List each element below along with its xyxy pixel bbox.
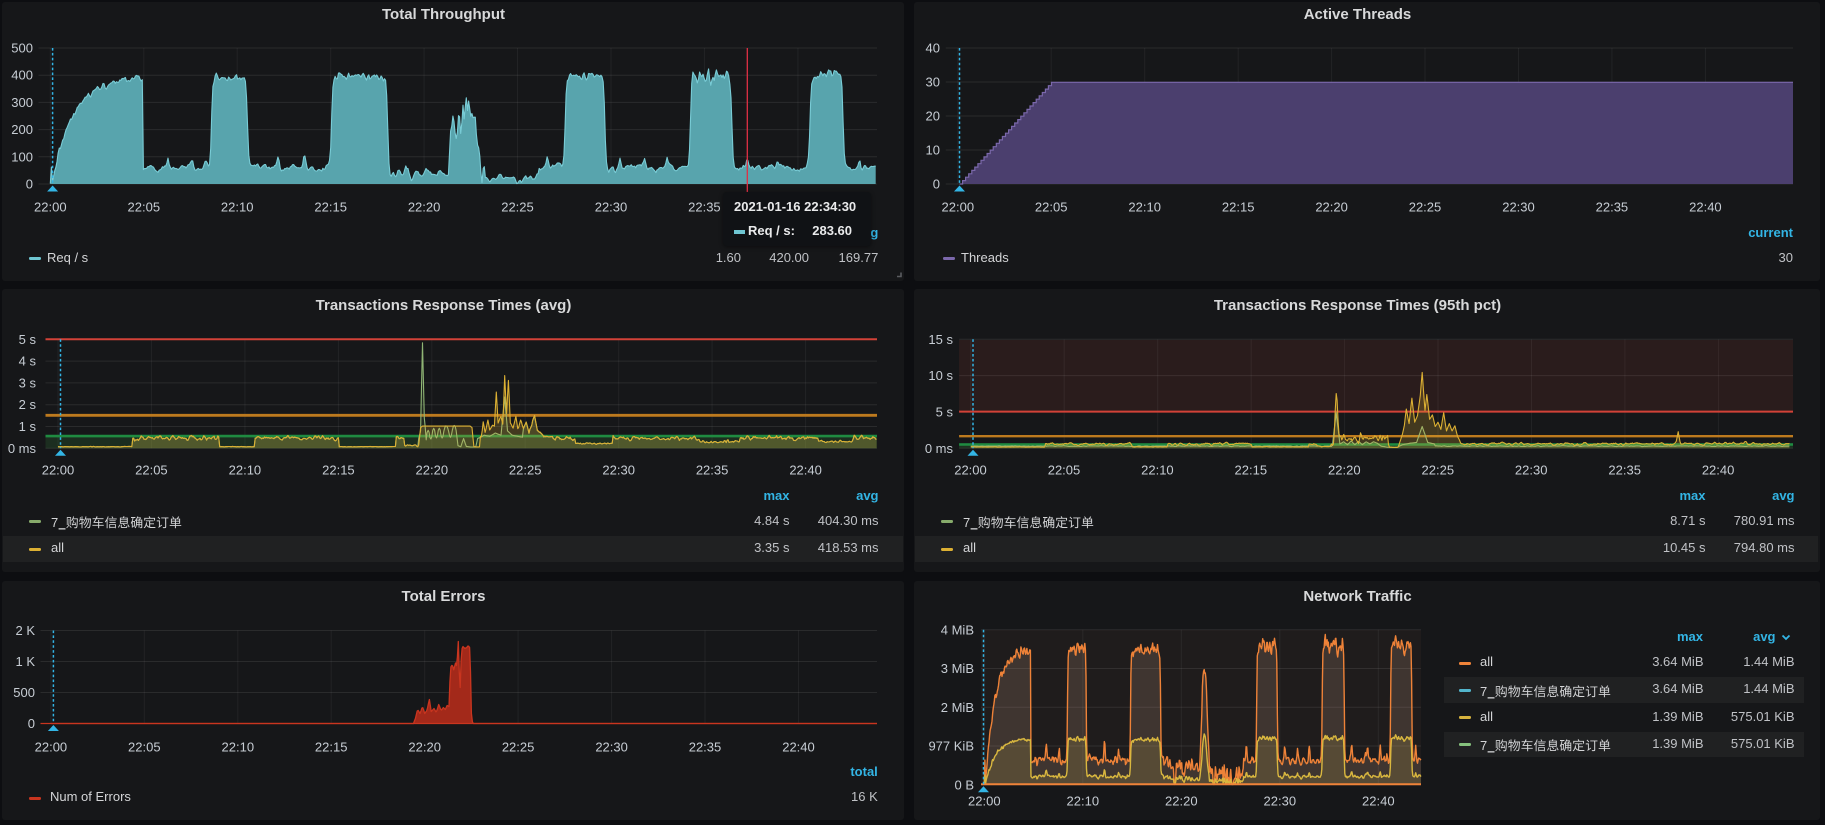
svg-text:40: 40 bbox=[926, 41, 940, 56]
svg-text:22:25: 22:25 bbox=[1422, 463, 1455, 478]
svg-text:2 K: 2 K bbox=[15, 623, 35, 638]
svg-text:22:20: 22:20 bbox=[416, 463, 449, 478]
svg-text:22:00: 22:00 bbox=[954, 463, 987, 478]
svg-text:22:30: 22:30 bbox=[1264, 794, 1297, 809]
svg-text:0: 0 bbox=[26, 177, 33, 192]
svg-text:22:05: 22:05 bbox=[128, 740, 161, 755]
svg-text:22:30: 22:30 bbox=[1515, 463, 1548, 478]
svg-text:30: 30 bbox=[926, 75, 940, 90]
svg-text:22:40: 22:40 bbox=[1702, 463, 1735, 478]
svg-text:400: 400 bbox=[11, 68, 33, 83]
svg-text:4 MiB: 4 MiB bbox=[941, 622, 974, 637]
svg-text:22:00: 22:00 bbox=[42, 463, 75, 478]
svg-text:22:00: 22:00 bbox=[34, 200, 67, 215]
svg-text:15 s: 15 s bbox=[928, 332, 953, 347]
svg-text:22:35: 22:35 bbox=[1596, 200, 1629, 215]
svg-text:5 s: 5 s bbox=[19, 332, 37, 347]
svg-text:22:05: 22:05 bbox=[1035, 200, 1068, 215]
svg-text:22:10: 22:10 bbox=[1067, 794, 1100, 809]
svg-text:22:25: 22:25 bbox=[502, 740, 535, 755]
svg-text:22:25: 22:25 bbox=[509, 463, 542, 478]
svg-text:22:40: 22:40 bbox=[782, 740, 815, 755]
svg-text:10 s: 10 s bbox=[928, 368, 953, 383]
svg-text:22:15: 22:15 bbox=[315, 740, 348, 755]
svg-text:22:10: 22:10 bbox=[1141, 463, 1174, 478]
svg-text:22:00: 22:00 bbox=[968, 794, 1001, 809]
svg-text:22:15: 22:15 bbox=[322, 463, 355, 478]
svg-text:22:40: 22:40 bbox=[789, 463, 822, 478]
svg-text:1 K: 1 K bbox=[15, 654, 35, 669]
svg-text:100: 100 bbox=[11, 149, 33, 164]
svg-text:20: 20 bbox=[926, 109, 940, 124]
svg-text:22:30: 22:30 bbox=[595, 740, 628, 755]
svg-text:22:05: 22:05 bbox=[128, 200, 161, 215]
svg-text:22:25: 22:25 bbox=[501, 200, 534, 215]
svg-text:22:40: 22:40 bbox=[1362, 794, 1395, 809]
svg-text:22:30: 22:30 bbox=[595, 200, 628, 215]
svg-text:0 ms: 0 ms bbox=[925, 441, 954, 456]
svg-text:22:30: 22:30 bbox=[1502, 200, 1535, 215]
svg-text:22:10: 22:10 bbox=[222, 740, 255, 755]
svg-text:0 ms: 0 ms bbox=[8, 441, 37, 456]
svg-text:22:20: 22:20 bbox=[1165, 794, 1198, 809]
svg-text:0: 0 bbox=[933, 177, 940, 192]
svg-text:22:30: 22:30 bbox=[602, 463, 635, 478]
svg-text:10: 10 bbox=[926, 143, 940, 158]
svg-text:22:10: 22:10 bbox=[229, 463, 262, 478]
svg-text:2 MiB: 2 MiB bbox=[941, 700, 974, 715]
svg-text:200: 200 bbox=[11, 122, 33, 137]
svg-text:22:35: 22:35 bbox=[689, 740, 722, 755]
svg-text:3 MiB: 3 MiB bbox=[941, 661, 974, 676]
svg-text:22:35: 22:35 bbox=[688, 200, 721, 215]
svg-text:1 s: 1 s bbox=[19, 419, 37, 434]
svg-text:22:15: 22:15 bbox=[314, 200, 347, 215]
svg-text:22:00: 22:00 bbox=[942, 200, 975, 215]
svg-text:22:05: 22:05 bbox=[135, 463, 168, 478]
svg-text:0: 0 bbox=[28, 716, 35, 731]
svg-text:22:35: 22:35 bbox=[696, 463, 729, 478]
svg-text:22:20: 22:20 bbox=[1328, 463, 1361, 478]
svg-text:22:40: 22:40 bbox=[1689, 200, 1722, 215]
svg-text:22:15: 22:15 bbox=[1222, 200, 1255, 215]
svg-text:22:35: 22:35 bbox=[1608, 463, 1641, 478]
svg-text:22:15: 22:15 bbox=[1235, 463, 1268, 478]
svg-text:0 B: 0 B bbox=[954, 777, 974, 792]
svg-text:500: 500 bbox=[11, 41, 33, 56]
svg-text:300: 300 bbox=[11, 95, 33, 110]
svg-text:22:10: 22:10 bbox=[221, 200, 254, 215]
svg-text:22:20: 22:20 bbox=[1315, 200, 1348, 215]
svg-text:22:10: 22:10 bbox=[1128, 200, 1161, 215]
svg-text:2 s: 2 s bbox=[19, 397, 37, 412]
svg-text:3 s: 3 s bbox=[19, 375, 37, 390]
svg-text:22:20: 22:20 bbox=[408, 740, 441, 755]
svg-text:500: 500 bbox=[13, 685, 35, 700]
svg-text:22:05: 22:05 bbox=[1048, 463, 1081, 478]
svg-text:22:25: 22:25 bbox=[1409, 200, 1442, 215]
svg-text:977 KiB: 977 KiB bbox=[928, 739, 974, 754]
svg-text:4 s: 4 s bbox=[19, 354, 37, 369]
svg-text:5 s: 5 s bbox=[936, 404, 954, 419]
svg-text:22:00: 22:00 bbox=[35, 740, 68, 755]
svg-text:22:20: 22:20 bbox=[408, 200, 441, 215]
